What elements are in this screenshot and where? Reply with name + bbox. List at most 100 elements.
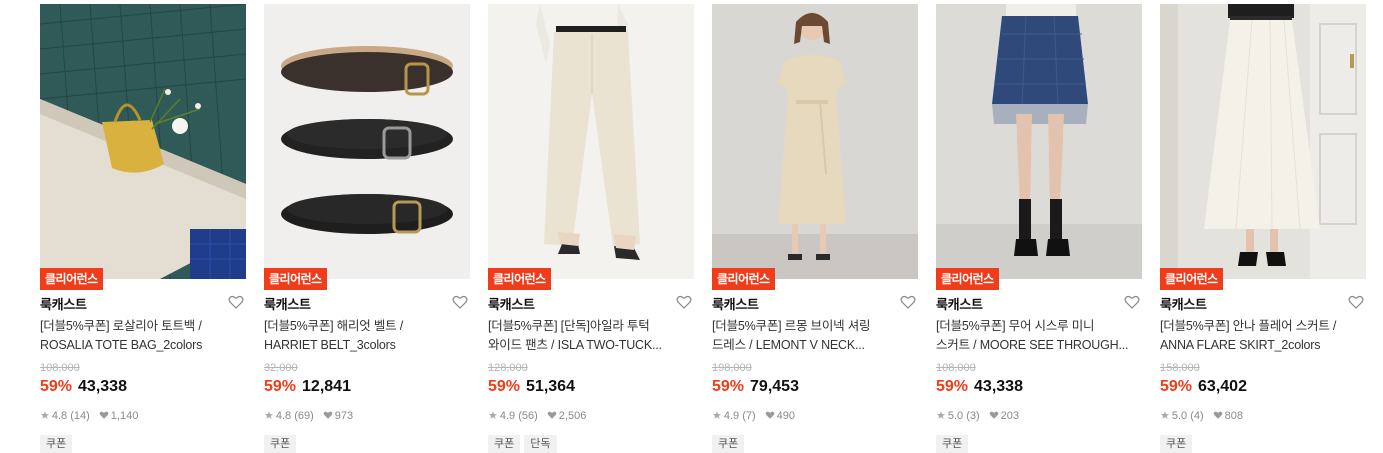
sale-price: 79,453 [750, 378, 799, 395]
coupon-tag: 쿠폰 [488, 435, 521, 453]
star-icon: ★ [40, 410, 50, 422]
discount-rate: 59% [40, 378, 73, 395]
original-price: 158,000 [1160, 362, 1200, 374]
heart-icon[interactable] [1348, 294, 1364, 310]
discount-rate: 59% [712, 378, 745, 395]
brand-name[interactable]: 룩캐스트 [712, 294, 759, 313]
like-count: 203 [1000, 410, 1020, 422]
star-icon: ★ [1160, 410, 1170, 422]
sale-price: 63,402 [1198, 378, 1247, 395]
brand-name[interactable]: 룩캐스트 [936, 294, 983, 313]
product-title[interactable]: [더블5%쿠폰] 무어 시스루 미니 스커트 / MOORE SEE THROU… [936, 317, 1142, 355]
original-price: 32,000 [264, 362, 298, 374]
brand-name[interactable]: 룩캐스트 [488, 294, 535, 313]
clearance-badge: 클리어런스 [488, 268, 551, 290]
exclusive-tag: 단독 [524, 435, 557, 453]
review-meta: ★ 5.0 (4) 808 [1160, 409, 1243, 422]
discount-rate: 59% [488, 378, 521, 395]
star-icon: ★ [488, 410, 498, 422]
discount-rate: 59% [936, 378, 969, 395]
tote-bag-image[interactable] [40, 4, 246, 279]
wide-pants-image[interactable] [488, 4, 694, 279]
original-price: 128,000 [488, 362, 528, 374]
like-count: 2,506 [558, 410, 587, 422]
review-meta: ★ 4.9 (56) 2,506 [488, 409, 586, 422]
rating: 4.9 (7) [723, 410, 756, 422]
original-price: 198,000 [712, 362, 752, 374]
brand-name[interactable]: 룩캐스트 [264, 294, 311, 313]
discount-rate: 59% [264, 378, 297, 395]
tag-list: 쿠폰 [712, 434, 748, 453]
belts-image[interactable] [264, 4, 470, 279]
price-row: 59% 43,338 [936, 378, 1023, 396]
clearance-badge: 클리어런스 [936, 268, 999, 290]
product-card[interactable]: 클리어런스 룩캐스트 [더블5%쿠폰] 해리엇 벨트 / HARRIET BEL… [264, 4, 470, 453]
tag-list: 쿠폰 단독 [488, 434, 561, 453]
product-card[interactable]: 클리어런스 룩캐스트 [더블5%쿠폰] 무어 시스루 미니 스커트 / MOOR… [936, 4, 1142, 453]
product-card[interactable]: 클리어런스 룩캐스트 [더블5%쿠폰] 안나 플레어 스커트 / ANNA FL… [1160, 4, 1366, 453]
flare-skirt-image[interactable] [1160, 4, 1366, 279]
price-row: 59% 63,402 [1160, 378, 1247, 396]
like-heart-icon [99, 411, 109, 419]
clearance-badge: 클리어런스 [712, 268, 775, 290]
product-card[interactable]: 클리어런스 룩캐스트 [더블5%쿠폰] 르몽 브이넥 셔링 드레스 / LEMO… [712, 4, 918, 453]
sale-price: 43,338 [78, 378, 127, 395]
review-meta: ★ 4.8 (69) 973 [264, 409, 353, 422]
product-title[interactable]: [더블5%쿠폰] 로살리아 토트백 / ROSALIA TOTE BAG_2co… [40, 317, 246, 355]
price-row: 59% 79,453 [712, 378, 799, 396]
product-card[interactable]: 클리어런스 룩캐스트 [더블5%쿠폰] 로살리아 토트백 / ROSALIA T… [40, 4, 246, 453]
heart-icon[interactable] [676, 294, 692, 310]
price-row: 59% 43,338 [40, 378, 127, 396]
brand-name[interactable]: 룩캐스트 [40, 294, 87, 313]
coupon-tag: 쿠폰 [936, 435, 969, 453]
tag-list: 쿠폰 [40, 434, 76, 453]
like-heart-icon [1213, 411, 1222, 419]
like-count: 973 [334, 410, 354, 422]
rating: 5.0 (3) [947, 410, 980, 422]
like-heart-icon [989, 411, 998, 419]
clearance-badge: 클리어런스 [40, 268, 103, 290]
review-meta: ★ 4.8 (14) 1,140 [40, 409, 138, 422]
tag-list: 쿠폰 [1160, 434, 1196, 453]
price-row: 59% 12,841 [264, 378, 351, 396]
discount-rate: 59% [1160, 378, 1193, 395]
sale-price: 51,364 [526, 378, 575, 395]
mini-skirt-image[interactable] [936, 4, 1142, 279]
rating: 5.0 (4) [1171, 410, 1204, 422]
product-title[interactable]: [더블5%쿠폰] 르몽 브이넥 셔링 드레스 / LEMONT V NECK..… [712, 317, 918, 355]
review-meta: ★ 4.9 (7) 490 [712, 409, 795, 422]
sale-price: 43,338 [974, 378, 1023, 395]
rating: 4.8 (14) [51, 410, 90, 422]
product-grid: 클리어런스 룩캐스트 [더블5%쿠폰] 로살리아 토트백 / ROSALIA T… [0, 0, 1383, 453]
dress-image[interactable] [712, 4, 918, 279]
product-title[interactable]: [더블5%쿠폰] [단독]아일라 투턱 와이드 팬츠 / ISLA TWO-TU… [488, 317, 694, 355]
heart-icon[interactable] [1124, 294, 1140, 310]
heart-icon[interactable] [452, 294, 468, 310]
rating: 4.8 (69) [275, 410, 314, 422]
tag-list: 쿠폰 [936, 434, 972, 453]
like-heart-icon [323, 411, 333, 419]
like-heart-icon [765, 411, 774, 419]
clearance-badge: 클리어런스 [264, 268, 327, 290]
product-card[interactable]: 클리어런스 룩캐스트 [더블5%쿠폰] [단독]아일라 투턱 와이드 팬츠 / … [488, 4, 694, 453]
heart-icon[interactable] [228, 294, 244, 310]
star-icon: ★ [936, 410, 946, 422]
like-count: 1,140 [110, 410, 139, 422]
price-row: 59% 51,364 [488, 378, 575, 396]
star-icon: ★ [712, 410, 722, 422]
brand-name[interactable]: 룩캐스트 [1160, 294, 1207, 313]
coupon-tag: 쿠폰 [40, 435, 73, 453]
clearance-badge: 클리어런스 [1160, 268, 1223, 290]
sale-price: 12,841 [302, 378, 351, 395]
original-price: 108,000 [936, 362, 976, 374]
coupon-tag: 쿠폰 [712, 435, 745, 453]
like-heart-icon [547, 411, 557, 419]
coupon-tag: 쿠폰 [264, 435, 297, 453]
rating: 4.9 (56) [499, 410, 538, 422]
coupon-tag: 쿠폰 [1160, 435, 1193, 453]
original-price: 108,000 [40, 362, 80, 374]
star-icon: ★ [264, 410, 274, 422]
product-title[interactable]: [더블5%쿠폰] 해리엇 벨트 / HARRIET BELT_3colors [264, 317, 470, 355]
heart-icon[interactable] [900, 294, 916, 310]
product-title[interactable]: [더블5%쿠폰] 안나 플레어 스커트 / ANNA FLARE SKIRT_2… [1160, 317, 1366, 355]
